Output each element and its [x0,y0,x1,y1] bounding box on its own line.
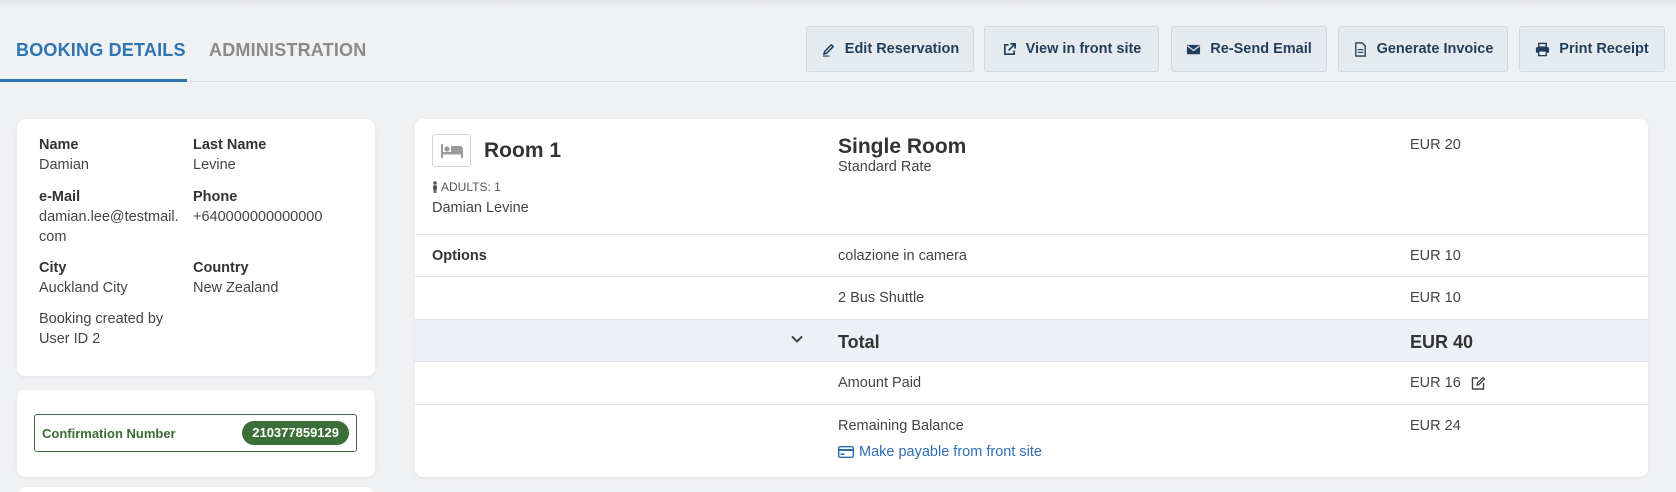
resend-email-button[interactable]: Re-Send Email [1171,26,1327,72]
document-icon [1354,41,1366,57]
rate-plan: Standard Rate [838,159,932,175]
adults-label: ADULTS: 1 [441,180,501,194]
tab-administration[interactable]: ADMINISTRATION [209,40,366,61]
adults-count: ADULTS: 1 [432,180,501,194]
phone-value: +640000000000000 [193,209,323,225]
room-type: Single Room [838,135,967,158]
envelope-icon [1187,44,1201,54]
pencil-icon [822,43,834,57]
make-payable-label: Make payable from front site [859,444,1042,460]
total-row: Total EUR 40 [415,319,1648,361]
resend-email-label: Re-Send Email [1210,41,1312,57]
amount-paid-label: Amount Paid [838,375,922,391]
room-pricing-card: Room 1 ADULTS: 1 Damian Levine Single Ro… [415,119,1648,477]
edit-reservation-button[interactable]: Edit Reservation [806,26,974,72]
amount-paid-value: EUR 16 [1410,375,1461,391]
confirmation-label: Confirmation Number [42,426,176,441]
confirmation-box: Confirmation Number 210377859129 [34,414,357,452]
remaining-balance-value: EUR 24 [1410,418,1461,434]
city-label: City [39,260,67,276]
chevron-down-icon[interactable] [790,332,804,346]
make-payable-link[interactable]: Make payable from front site [838,444,1042,460]
person-icon [433,181,437,193]
print-receipt-label: Print Receipt [1559,41,1649,57]
bed-icon [432,134,471,167]
tab-booking-details[interactable]: BOOKING DETAILS [16,40,186,61]
top-shadow [0,0,1676,8]
option-name: 2 Bus Shuttle [838,290,925,306]
option-price: EUR 10 [1410,290,1461,306]
options-row: 2 Bus Shuttle EUR 10 [415,276,1648,319]
country-value: New Zealand [193,280,279,296]
edit-reservation-label: Edit Reservation [844,41,960,57]
lower-card [17,487,375,492]
lastname-label: Last Name [193,137,267,153]
room-price: EUR 20 [1410,137,1461,153]
name-value: Damian [39,157,89,173]
credit-card-icon [838,446,854,458]
options-label: Options [432,248,487,264]
email-label: e-Mail [39,189,81,205]
options-row: Options colazione in camera EUR 10 [415,234,1648,276]
edit-amount-icon[interactable] [1470,375,1486,391]
guest-info-card: Name Damian Last Name Levine e-Mail dami… [17,119,375,376]
active-tab-indicator [0,79,187,82]
name-label: Name [39,137,79,153]
created-by-line2: User ID 2 [39,331,101,347]
country-label: Country [193,260,249,276]
lastname-value: Levine [193,157,236,173]
total-value: EUR 40 [1410,332,1474,352]
total-label: Total [838,332,880,352]
room-title: Room 1 [484,139,562,162]
option-price: EUR 10 [1410,248,1461,264]
printer-icon [1536,42,1550,56]
phone-label: Phone [193,189,238,205]
generate-invoice-button[interactable]: Generate Invoice [1338,26,1508,72]
option-name: colazione in camera [838,248,967,264]
room-guest-name: Damian Levine [432,200,529,216]
view-front-site-button[interactable]: View in front site [984,26,1159,72]
print-receipt-button[interactable]: Print Receipt [1519,26,1665,72]
remaining-balance-label: Remaining Balance [838,418,964,434]
view-front-site-label: View in front site [1025,41,1142,57]
email-value-line1: damian.lee@testmail. [39,209,179,225]
created-by-line1: Booking created by [39,311,164,327]
city-value: Auckland City [39,280,128,296]
amount-paid-row: Amount Paid EUR 16 [415,361,1648,404]
confirmation-number-badge: 210377859129 [242,421,349,445]
remaining-balance-row: Remaining Balance EUR 24 Make payable fr… [415,404,1648,477]
email-value-line2: com [39,229,67,245]
confirmation-card: Confirmation Number 210377859129 [17,390,375,477]
external-link-icon [1003,42,1016,55]
generate-invoice-label: Generate Invoice [1376,41,1494,57]
